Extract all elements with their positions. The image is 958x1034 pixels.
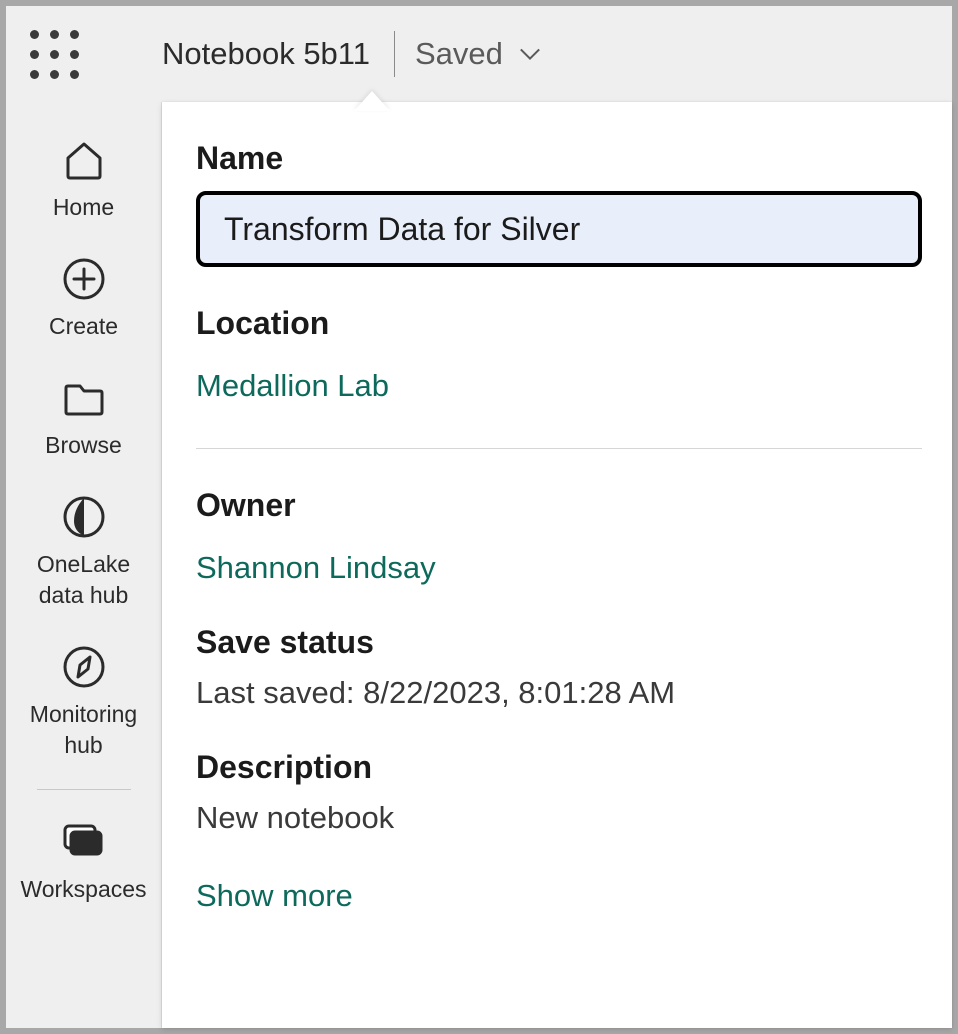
show-more-link[interactable]: Show more (196, 878, 353, 914)
onelake-icon (58, 491, 110, 543)
save-status-dropdown[interactable]: Saved (399, 36, 541, 72)
sidebar-item-monitoring[interactable]: Monitoring hub (19, 629, 149, 779)
app-launcher-button[interactable] (26, 26, 82, 82)
panel-divider (196, 448, 922, 449)
sidebar-item-browse[interactable]: Browse (19, 360, 149, 479)
owner-link[interactable]: Shannon Lindsay (196, 550, 436, 586)
workspaces-icon (58, 816, 110, 868)
folder-icon (58, 372, 110, 424)
sidebar-item-label: Browse (45, 430, 122, 461)
description-label: Description (196, 749, 922, 786)
sidebar-divider (37, 789, 131, 790)
name-label: Name (196, 140, 922, 177)
compass-icon (58, 641, 110, 693)
top-bar: Notebook 5b11 Saved (6, 6, 952, 102)
sidebar-item-workspaces[interactable]: Workspaces (19, 804, 149, 923)
notebook-title[interactable]: Notebook 5b11 (162, 36, 390, 72)
panel-pointer (354, 91, 390, 111)
sidebar-item-label: Home (53, 192, 114, 223)
plus-circle-icon (58, 253, 110, 305)
save-status-value: Last saved: 8/22/2023, 8:01:28 AM (196, 675, 922, 711)
waffle-icon (30, 30, 79, 79)
save-status-label: Save status (196, 624, 922, 661)
sidebar-item-create[interactable]: Create (19, 241, 149, 360)
title-separator (394, 31, 395, 77)
sidebar-item-home[interactable]: Home (19, 122, 149, 241)
details-panel: Name Location Medallion Lab Owner Shanno… (162, 102, 952, 1028)
sidebar-item-onelake[interactable]: OneLake data hub (19, 479, 149, 629)
owner-label: Owner (196, 487, 922, 524)
name-input[interactable] (196, 191, 922, 267)
sidebar: Home Create Browse (6, 102, 162, 1028)
sidebar-item-label: OneLake data hub (19, 549, 149, 611)
location-label: Location (196, 305, 922, 342)
saved-label: Saved (415, 36, 503, 72)
location-link[interactable]: Medallion Lab (196, 368, 389, 404)
description-value: New notebook (196, 800, 922, 836)
sidebar-item-label: Create (49, 311, 118, 342)
chevron-down-icon (519, 47, 541, 61)
home-icon (58, 134, 110, 186)
sidebar-item-label: Workspaces (20, 874, 146, 905)
sidebar-item-label: Monitoring hub (19, 699, 149, 761)
title-area: Notebook 5b11 Saved (162, 31, 541, 77)
